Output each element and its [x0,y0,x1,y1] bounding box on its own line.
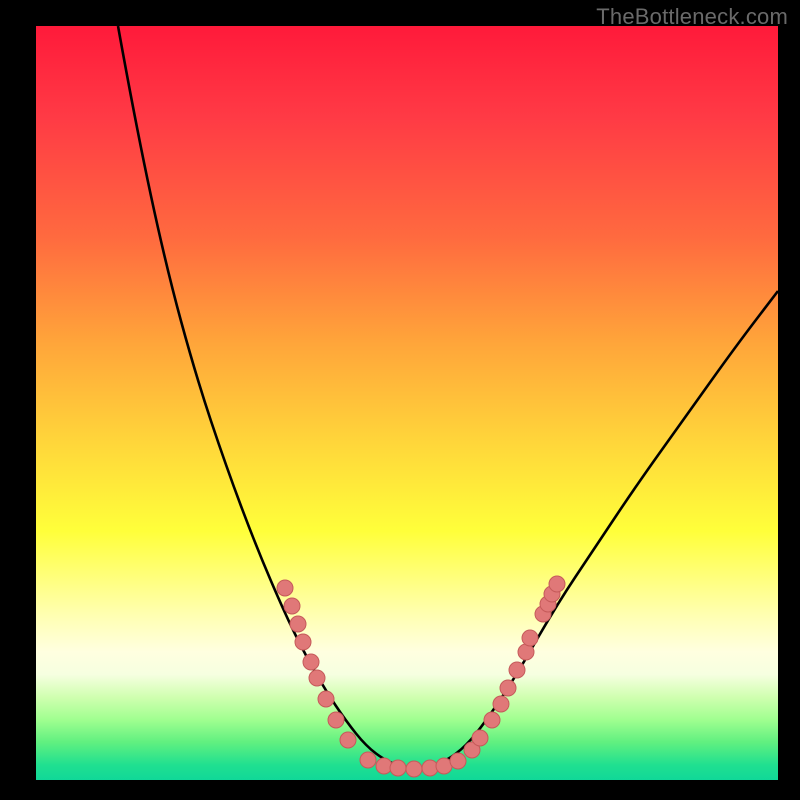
curve-dot [450,753,466,769]
curve-dot [309,670,325,686]
curve-dot [318,691,334,707]
curve-dot [422,760,438,776]
bottleneck-curve-svg [36,26,778,780]
curve-dot [303,654,319,670]
watermark-text: TheBottleneck.com [596,4,788,30]
bottleneck-curve [118,26,778,768]
curve-dots [277,576,565,777]
curve-dot [328,712,344,728]
curve-dot [472,730,488,746]
plot-area [36,26,778,780]
curve-dot [340,732,356,748]
curve-dot [518,644,534,660]
curve-dot [484,712,500,728]
curve-dot [522,630,538,646]
curve-dot [390,760,406,776]
curve-dot [295,634,311,650]
curve-dot [493,696,509,712]
curve-dot [290,616,306,632]
curve-dot [500,680,516,696]
curve-dot [376,758,392,774]
curve-dot [277,580,293,596]
curve-dot [549,576,565,592]
curve-dot [509,662,525,678]
curve-dot [360,752,376,768]
curve-dot [406,761,422,777]
curve-dot [284,598,300,614]
chart-frame: TheBottleneck.com [0,0,800,800]
